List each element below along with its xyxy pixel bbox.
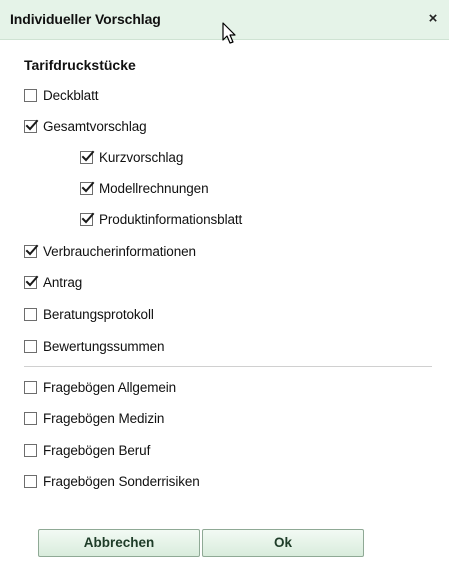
option-label: Modellrechnungen (99, 180, 209, 196)
checkbox-unchecked[interactable] (24, 88, 37, 102)
option-label: Deckblatt (43, 87, 99, 103)
option-frageboegen-sonderrisiken[interactable]: Fragebögen Sonderrisiken (24, 472, 200, 490)
option-label: Kurzvorschlag (99, 149, 184, 165)
option-frageboegen-allgemein[interactable]: Fragebögen Allgemein (24, 378, 176, 396)
checkbox-unchecked[interactable] (24, 411, 37, 425)
option-label: Beratungsprotokoll (43, 306, 154, 322)
option-label: Fragebögen Beruf (43, 442, 151, 458)
option-label: Antrag (43, 274, 83, 290)
checkbox-unchecked[interactable] (24, 307, 37, 321)
checkmark-icon (25, 275, 39, 286)
option-produktinformationsblatt[interactable]: Produktinformationsblatt (80, 210, 242, 228)
option-label: Verbraucherinformationen (43, 243, 196, 259)
checkbox-checked[interactable] (24, 275, 39, 289)
dialog-title: Individueller Vorschlag (10, 11, 161, 27)
option-modellrechnungen[interactable]: Modellrechnungen (80, 179, 209, 197)
ok-button[interactable]: Ok (202, 529, 364, 557)
mouse-cursor-icon (222, 22, 236, 44)
option-bewertungssummen[interactable]: Bewertungssummen (24, 337, 165, 355)
section-divider (24, 366, 432, 367)
option-label: Bewertungssummen (43, 338, 165, 354)
section-title-tarifdruckstuecke: Tarifdruckstücke (24, 57, 136, 73)
individual-proposal-dialog: Individueller Vorschlag × Tarifdruckstüc… (0, 0, 449, 568)
checkbox-unchecked[interactable] (24, 380, 37, 394)
checkbox-checked[interactable] (80, 181, 95, 195)
checkbox-unchecked[interactable] (24, 443, 37, 457)
option-label: Fragebögen Medizin (43, 410, 165, 426)
option-label: Produktinformationsblatt (99, 211, 243, 227)
option-frageboegen-medizin[interactable]: Fragebögen Medizin (24, 409, 164, 427)
option-antrag[interactable]: Antrag (24, 273, 82, 291)
option-label: Fragebögen Sonderrisiken (43, 473, 200, 489)
cancel-button[interactable]: Abbrechen (38, 529, 200, 557)
checkbox-checked[interactable] (24, 244, 39, 258)
checkmark-icon (25, 244, 39, 255)
checkbox-unchecked[interactable] (24, 339, 37, 353)
checkmark-icon (25, 119, 39, 130)
checkbox-checked[interactable] (80, 212, 95, 226)
checkbox-unchecked[interactable] (24, 474, 37, 488)
option-kurzvorschlag[interactable]: Kurzvorschlag (80, 148, 183, 166)
close-icon[interactable]: × (423, 9, 443, 29)
option-frageboegen-beruf[interactable]: Fragebögen Beruf (24, 441, 150, 459)
checkmark-icon (81, 212, 95, 223)
option-label: Gesamtvorschlag (43, 118, 147, 134)
checkmark-icon (81, 181, 95, 192)
checkbox-checked[interactable] (80, 150, 95, 164)
option-beratungsprotokoll[interactable]: Beratungsprotokoll (24, 305, 154, 323)
option-verbraucherinformationen[interactable]: Verbraucherinformationen (24, 242, 196, 260)
checkbox-checked[interactable] (24, 119, 39, 133)
checkmark-icon (81, 150, 95, 161)
option-gesamtvorschlag[interactable]: Gesamtvorschlag (24, 117, 147, 135)
option-label: Fragebögen Allgemein (43, 379, 177, 395)
option-deckblatt[interactable]: Deckblatt (24, 86, 98, 104)
